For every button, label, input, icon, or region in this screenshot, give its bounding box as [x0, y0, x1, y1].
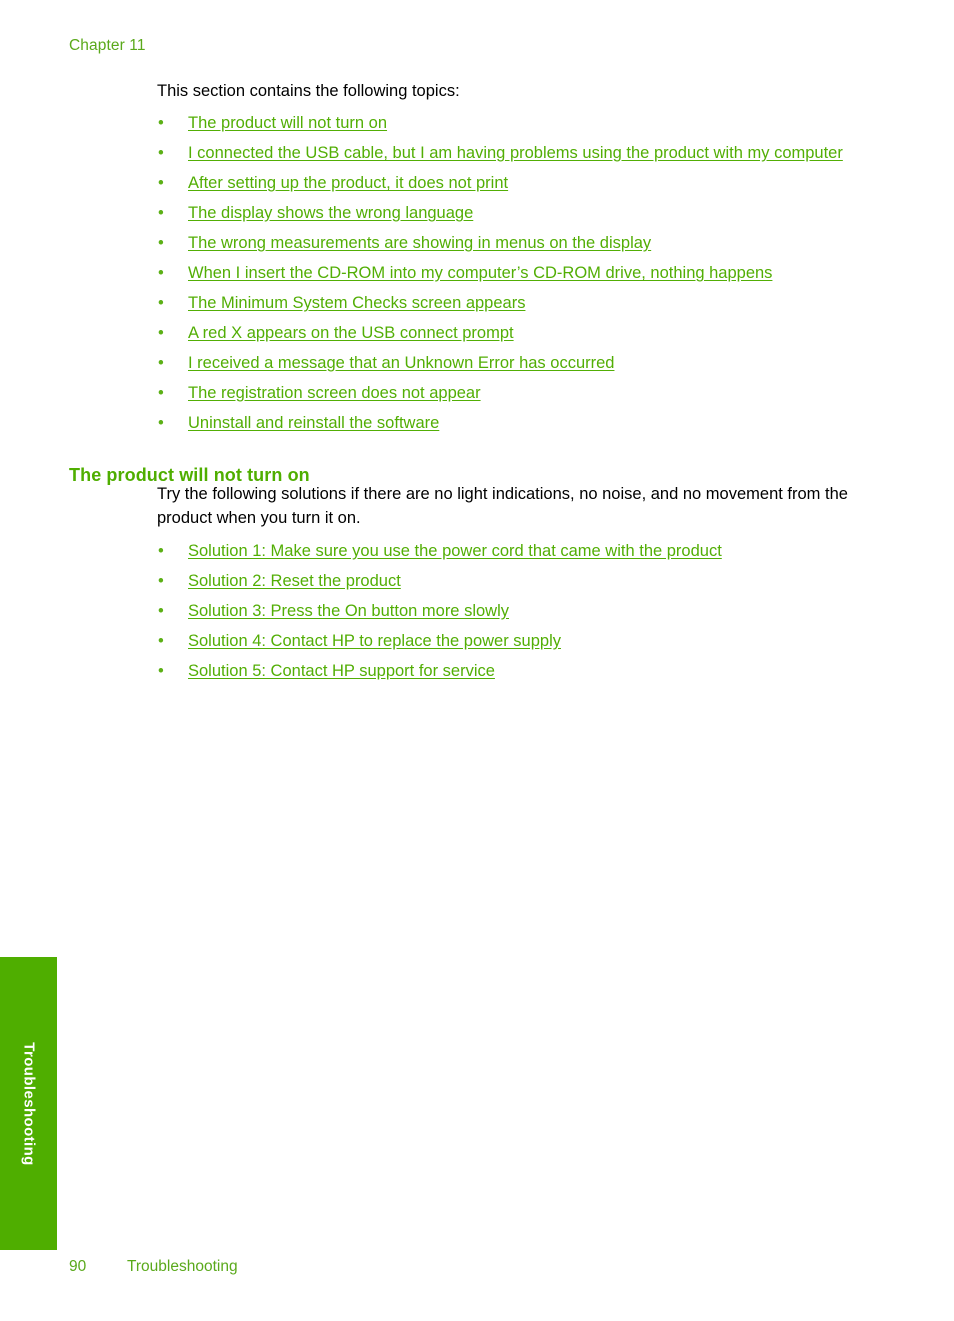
bullet-icon: •: [158, 414, 164, 432]
list-item: • Solution 4: Contact HP to replace the …: [157, 630, 859, 654]
bullet-icon: •: [158, 144, 164, 162]
side-tab: Troubleshooting: [0, 957, 57, 1250]
topic-link-product-will-not-turn-on[interactable]: The product will not turn on: [188, 114, 387, 132]
topics-section: This section contains the following topi…: [157, 80, 857, 442]
list-item: • The registration screen does not appea…: [157, 382, 857, 406]
topic-link-registration-screen[interactable]: The registration screen does not appear: [188, 384, 481, 402]
bullet-icon: •: [158, 204, 164, 222]
topic-link-list: • The product will not turn on • I conne…: [157, 112, 857, 436]
list-item: • Solution 5: Contact HP support for ser…: [157, 660, 859, 684]
list-item: • The product will not turn on: [157, 112, 857, 136]
bullet-icon: •: [158, 264, 164, 282]
topic-link-unknown-error[interactable]: I received a message that an Unknown Err…: [188, 354, 614, 372]
section-paragraph: Try the following solutions if there are…: [157, 485, 848, 527]
solution-link-3[interactable]: Solution 3: Press the On button more slo…: [188, 602, 509, 620]
list-item: • After setting up the product, it does …: [157, 172, 857, 196]
solution-link-2[interactable]: Solution 2: Reset the product: [188, 572, 401, 590]
bullet-icon: •: [158, 572, 164, 590]
solution-link-4[interactable]: Solution 4: Contact HP to replace the po…: [188, 632, 561, 650]
list-item: • The wrong measurements are showing in …: [157, 232, 857, 256]
list-item: • Solution 1: Make sure you use the powe…: [157, 540, 859, 564]
solution-link-5[interactable]: Solution 5: Contact HP support for servi…: [188, 662, 495, 680]
bullet-icon: •: [158, 294, 164, 312]
solution-link-list: • Solution 1: Make sure you use the powe…: [157, 540, 859, 684]
solutions-section: Try the following solutions if there are…: [157, 483, 859, 690]
topic-link-minimum-system-checks[interactable]: The Minimum System Checks screen appears: [188, 294, 525, 312]
bullet-icon: •: [158, 662, 164, 680]
topic-link-uninstall-reinstall[interactable]: Uninstall and reinstall the software: [188, 414, 439, 432]
intro-paragraph: This section contains the following topi…: [157, 82, 460, 100]
list-item: • A red X appears on the USB connect pro…: [157, 322, 857, 346]
bullet-icon: •: [158, 234, 164, 252]
bullet-icon: •: [158, 602, 164, 620]
list-item: • Solution 2: Reset the product: [157, 570, 859, 594]
topic-link-does-not-print[interactable]: After setting up the product, it does no…: [188, 174, 508, 192]
footer-section-title: Troubleshooting: [127, 1258, 238, 1275]
bullet-icon: •: [158, 542, 164, 560]
list-item: • When I insert the CD-ROM into my compu…: [157, 262, 857, 286]
document-page: Chapter 11 This section contains the fol…: [0, 0, 954, 1321]
solution-link-1[interactable]: Solution 1: Make sure you use the power …: [188, 542, 722, 560]
footer-page-number: 90: [69, 1258, 87, 1275]
bullet-icon: •: [158, 384, 164, 402]
list-item: • Uninstall and reinstall the software: [157, 412, 857, 436]
topic-link-cdrom-nothing-happens[interactable]: When I insert the CD-ROM into my compute…: [188, 264, 772, 282]
bullet-icon: •: [158, 174, 164, 192]
bullet-icon: •: [158, 354, 164, 372]
list-item: • The display shows the wrong language: [157, 202, 857, 226]
topic-link-wrong-measurements[interactable]: The wrong measurements are showing in me…: [188, 234, 651, 252]
topic-link-red-x-usb-prompt[interactable]: A red X appears on the USB connect promp…: [188, 324, 514, 342]
topic-link-wrong-language[interactable]: The display shows the wrong language: [188, 204, 473, 222]
list-item: • Solution 3: Press the On button more s…: [157, 600, 859, 624]
chapter-header: Chapter 11: [69, 37, 146, 54]
side-tab-label: Troubleshooting: [20, 1041, 37, 1166]
bullet-icon: •: [158, 632, 164, 650]
topic-link-usb-cable-problems[interactable]: I connected the USB cable, but I am havi…: [188, 144, 843, 162]
bullet-icon: •: [158, 114, 164, 132]
list-item: • The Minimum System Checks screen appea…: [157, 292, 857, 316]
list-item: • I received a message that an Unknown E…: [157, 352, 857, 376]
bullet-icon: •: [158, 324, 164, 342]
page-footer: 90 Troubleshooting: [69, 1258, 238, 1276]
list-item: • I connected the USB cable, but I am ha…: [157, 142, 857, 166]
